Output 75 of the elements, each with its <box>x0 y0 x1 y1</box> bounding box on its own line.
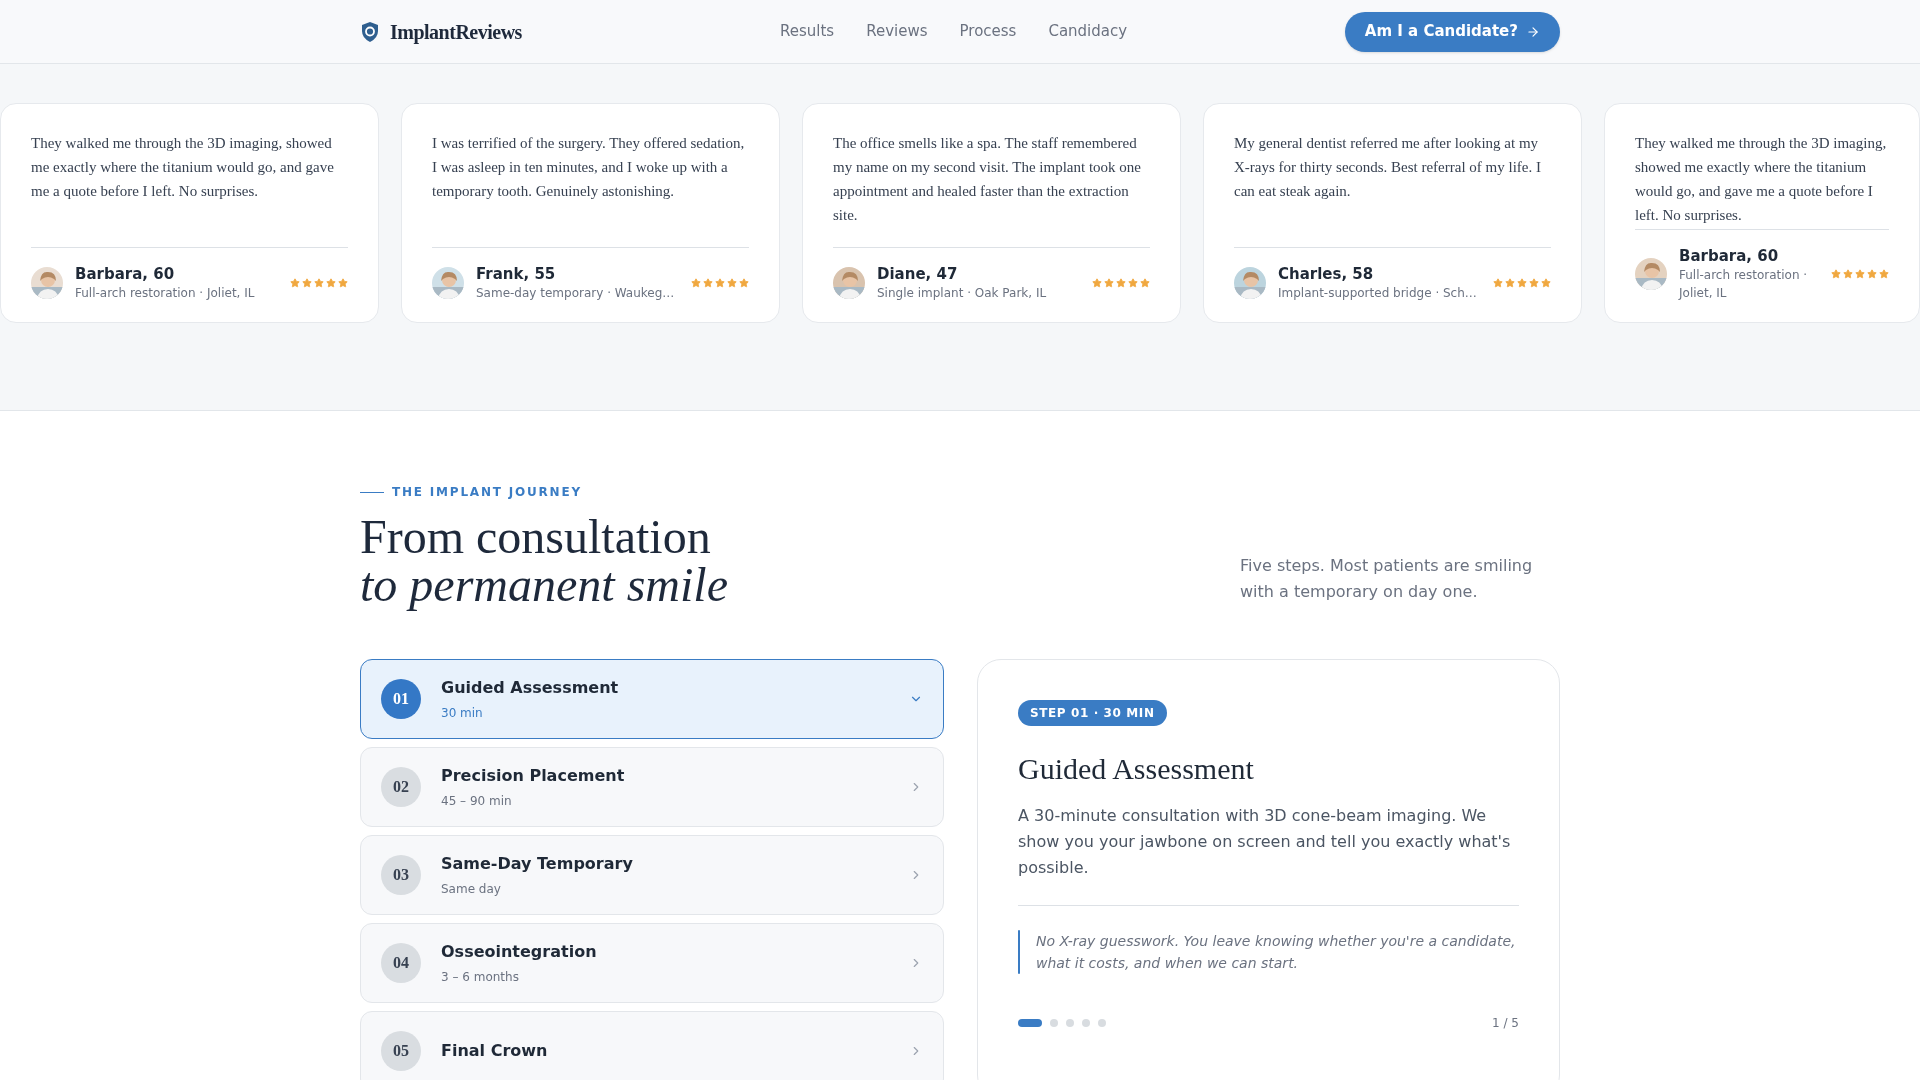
reviewer-name: Charles, 58 <box>1278 264 1375 284</box>
section-intro: Five steps. Most patients are smiling with a temporary on day one. <box>1240 555 1534 603</box>
step-number: 05 <box>381 1031 421 1071</box>
star-icon <box>1517 278 1527 288</box>
star-icon <box>1879 269 1889 279</box>
reviewer-name: Frank, 55 <box>476 264 557 284</box>
step-detail-title: Guided Assessment <box>1018 751 1255 787</box>
star-icon <box>1116 278 1126 288</box>
nav-link[interactable]: Candidacy <box>1048 20 1128 43</box>
star-icon <box>1092 278 1102 288</box>
star-icon <box>1140 278 1150 288</box>
reviewer-detail: Full-arch restoration · Joliet, IL <box>1679 267 1809 302</box>
star-icon <box>1541 278 1551 288</box>
reviewer-name: Barbara, 60 <box>1679 246 1780 266</box>
star-icon <box>1128 278 1138 288</box>
step-title: Guided Assessment <box>441 677 620 699</box>
section-eyebrow: THE IMPLANT JOURNEY <box>392 484 582 501</box>
nav-link[interactable]: Process <box>959 20 1017 43</box>
reviewer-detail: Same-day temporary · Waukeg… <box>476 285 676 302</box>
step-duration: 3 – 6 months <box>441 969 520 986</box>
step-duration: 30 min <box>441 705 484 722</box>
star-icon <box>302 278 312 288</box>
shield-logo-icon <box>360 20 380 43</box>
star-icon <box>1831 269 1841 279</box>
testimonial-quote: My general dentist referred me after looking at my X-rays for thirty seconds. Best referral of my life. I can eat steak again. <box>1234 134 1542 201</box>
nav-link[interactable]: Reviews <box>866 20 928 43</box>
star-icon <box>290 278 300 288</box>
step-counter: 1 / 5 <box>1492 1015 1519 1032</box>
star-icon <box>1529 278 1539 288</box>
star-icon <box>1505 278 1515 288</box>
section-title-italic: to permanent smile <box>360 561 728 609</box>
step-title: Precision Placement <box>441 765 626 787</box>
step-item[interactable]: 05 Final Crown <box>360 1011 944 1080</box>
star-icon <box>1493 278 1503 288</box>
step-number: 04 <box>381 943 421 983</box>
step-duration: Same day <box>441 881 502 898</box>
star-icon <box>1843 269 1853 279</box>
step-number: 01 <box>381 679 421 719</box>
reviewer-name: Diane, 47 <box>877 264 959 284</box>
step-number: 03 <box>381 855 421 895</box>
step-description: A 30-minute consultation with 3D cone-beam imaging. We show you your jawbone on screen and tell you exactly what's possible. <box>1018 805 1512 879</box>
step-number: 02 <box>381 767 421 807</box>
star-icon <box>691 278 701 288</box>
reviewer-detail: Implant-supported bridge · Sch… <box>1278 285 1478 302</box>
section-title: From consultation <box>360 513 712 561</box>
step-title: Same-Day Temporary <box>441 853 634 875</box>
step-item[interactable]: 01 Guided Assessment 30 min <box>360 659 944 739</box>
star-icon <box>703 278 713 288</box>
testimonial-quote: They walked me through the 3D imaging, showed me exactly where the titanium would go, and gave me a quote before I left. No surprises. <box>1635 134 1888 225</box>
testimonial-quote: The office smells like a spa. The staff remembered my name on my second visit. The implant took one appointment and healed faster than the extraction site. <box>833 134 1142 225</box>
step-item[interactable]: 04 Osseointegration 3 – 6 months <box>360 923 944 1003</box>
brand-name: ImplantReviews <box>390 19 522 46</box>
step-item[interactable]: 02 Precision Placement 45 – 90 min <box>360 747 944 827</box>
reviewer-detail: Single implant · Oak Park, IL <box>877 285 1048 302</box>
step-badge: STEP 01 · 30 MIN <box>1018 700 1167 726</box>
candidate-button[interactable]: Am I a Candidate? <box>1344 11 1560 52</box>
reviewer-name: Barbara, 60 <box>75 264 176 284</box>
step-note: No X-ray guesswork. You leave knowing whether you're a candidate, what it costs, and when we can start. <box>1035 932 1517 973</box>
nav-link[interactable]: Results <box>780 20 835 43</box>
star-icon <box>326 278 336 288</box>
testimonial-quote: They walked me through the 3D imaging, showed me exactly where the titanium would go, and gave me a quote before I left. No surprises. <box>31 134 335 201</box>
star-icon <box>1855 269 1865 279</box>
step-duration: 45 – 90 min <box>441 793 513 810</box>
step-item[interactable]: 03 Same-Day Temporary Same day <box>360 835 944 915</box>
star-icon <box>314 278 324 288</box>
star-icon <box>739 278 749 288</box>
step-title: Osseointegration <box>441 941 598 963</box>
step-title: Final Crown <box>441 1040 549 1062</box>
star-icon <box>727 278 737 288</box>
star-icon <box>338 278 348 288</box>
star-icon <box>1867 269 1877 279</box>
star-icon <box>715 278 725 288</box>
reviewer-detail: Full-arch restoration · Joliet, IL <box>75 285 256 302</box>
star-icon <box>1104 278 1114 288</box>
testimonial-quote: I was terrified of the surgery. They offered sedation, I was asleep in ten minutes, and I woke up with a temporary tooth. Genuinely astonishing. <box>432 134 746 201</box>
